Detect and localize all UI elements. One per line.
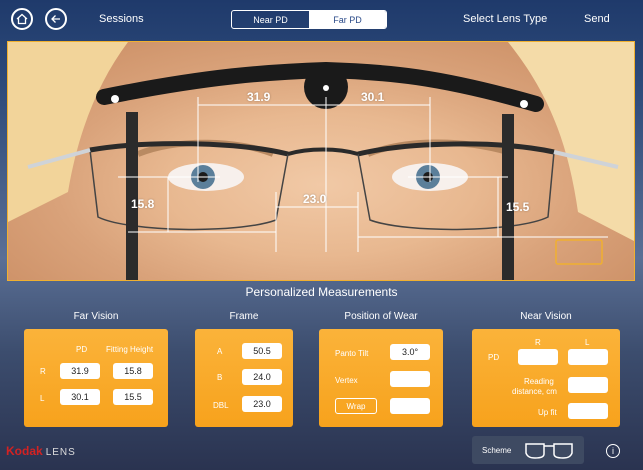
far-l-pd-field[interactable]: 30.1 — [60, 389, 100, 405]
panto-tilt-label: Panto Tilt — [335, 349, 369, 358]
near-r-pd-field[interactable] — [518, 349, 558, 365]
row-r-label: R — [40, 367, 46, 376]
top-bar: Sessions Near PD Far PD Select Lens Type… — [0, 0, 643, 40]
far-l-fitting-height-field[interactable]: 15.5 — [113, 389, 153, 405]
wrap-button[interactable]: Wrap — [335, 398, 377, 414]
dbl-label: 23.0 — [303, 192, 327, 206]
col-pd-label: PD — [76, 345, 88, 354]
frame-a-label: A — [217, 347, 223, 356]
near-col-l-label: L — [585, 338, 590, 347]
reading-distance-label-1: Reading — [524, 377, 554, 386]
up-fit-label: Up fit — [538, 408, 557, 417]
far-r-pd-field[interactable]: 31.9 — [60, 363, 100, 379]
brand-name: Kodak — [6, 444, 43, 458]
frame-a-field[interactable]: 50.5 — [242, 343, 282, 359]
frame-title: Frame — [229, 311, 259, 322]
position-of-wear-panel: Panto Tilt Vertex Wrap 3.0° — [319, 329, 443, 427]
row-l-label: L — [40, 394, 45, 403]
far-vision-title: Far Vision — [73, 311, 119, 322]
vertex-field[interactable] — [390, 371, 430, 387]
col-fitting-height-label: Fitting Height — [106, 345, 154, 354]
kodak-lens-logo: Kodak LENS — [6, 444, 76, 458]
near-vision-panel: R L PD Reading distance, cm Up fit — [472, 329, 620, 427]
left-height-label: 15.8 — [131, 197, 155, 211]
far-vision-panel: PD Fitting Height R L 31.9 15.8 30.1 15.… — [24, 329, 168, 427]
sessions-link[interactable]: Sessions — [99, 13, 144, 25]
select-lens-type-link[interactable]: Select Lens Type — [463, 13, 547, 25]
frame-dbl-label: DBL — [213, 401, 229, 410]
frame-dbl-field[interactable]: 23.0 — [242, 396, 282, 412]
face-photo: 31.9 30.1 23.0 15.8 15.5 — [7, 41, 635, 281]
home-icon — [16, 13, 28, 25]
far-r-fitting-height-field[interactable]: 15.8 — [113, 363, 153, 379]
scheme-button[interactable]: Scheme — [472, 436, 584, 464]
reading-distance-label-2: distance, cm — [512, 387, 557, 396]
up-fit-field[interactable] — [568, 403, 608, 419]
home-button[interactable] — [11, 8, 33, 30]
measurement-overlay — [8, 42, 634, 280]
pd-mode-toggle: Near PD Far PD — [231, 10, 387, 29]
brand-suffix: LENS — [45, 447, 76, 458]
section-title: Personalized Measurements — [245, 285, 398, 299]
tab-near-pd[interactable]: Near PD — [232, 11, 309, 28]
near-pd-label: PD — [488, 353, 500, 362]
panto-tilt-field[interactable]: 3.0° — [390, 344, 430, 360]
frame-b-field[interactable]: 24.0 — [242, 369, 282, 385]
scheme-label: Scheme — [482, 445, 512, 455]
tab-far-pd[interactable]: Far PD — [309, 11, 386, 28]
near-col-r-label: R — [535, 338, 541, 347]
right-pd-label: 30.1 — [361, 90, 385, 104]
near-l-pd-field[interactable] — [568, 349, 608, 365]
right-height-label: 15.5 — [506, 200, 530, 214]
info-button[interactable]: i — [606, 444, 620, 458]
glasses-icon — [525, 443, 573, 459]
frame-panel: A B DBL 50.5 24.0 23.0 — [195, 329, 293, 427]
frame-b-label: B — [217, 373, 223, 382]
send-button[interactable]: Send — [584, 13, 610, 25]
reading-distance-field[interactable] — [568, 377, 608, 393]
position-of-wear-title: Position of Wear — [344, 311, 418, 322]
arrow-left-icon — [51, 15, 60, 23]
vertex-label: Vertex — [335, 376, 358, 385]
back-button[interactable] — [45, 8, 67, 30]
near-vision-title: Near Vision — [520, 311, 572, 322]
left-pd-label: 31.9 — [247, 90, 271, 104]
wrap-field[interactable] — [390, 398, 430, 414]
